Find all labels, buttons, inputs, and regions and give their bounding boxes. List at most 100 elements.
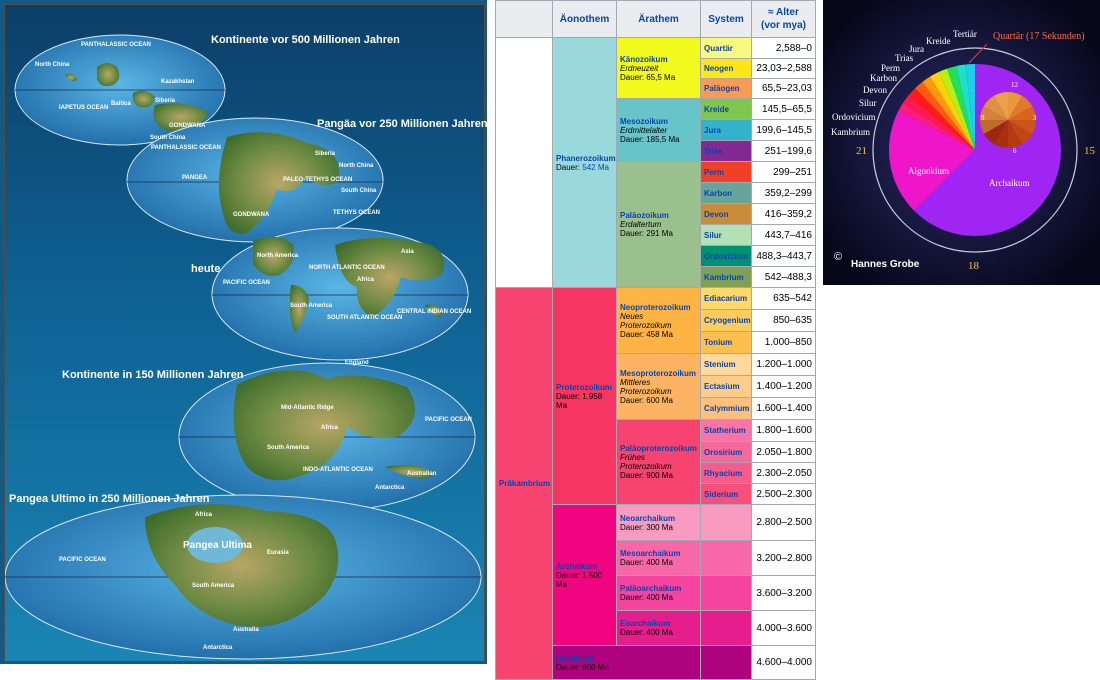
era-name[interactable]: Paläoarchaikum bbox=[620, 584, 697, 593]
map3-label: SOUTH ATLANTIC OCEAN bbox=[327, 315, 403, 321]
map4-label: PACIFIC OCEAN bbox=[425, 417, 472, 423]
system-cell[interactable]: Jura bbox=[700, 119, 752, 141]
system-cell[interactable]: Ediacarium bbox=[700, 287, 752, 310]
map3-title: heute bbox=[191, 263, 221, 275]
era-name[interactable]: Mesozoikum bbox=[620, 117, 697, 126]
map1-label: IAPETUS OCEAN bbox=[59, 105, 109, 111]
eon-blank-cell bbox=[495, 37, 553, 288]
eon-name[interactable]: Präkambrium bbox=[499, 479, 550, 488]
map4-label: INDO-ATLANTIC OCEAN bbox=[303, 467, 373, 473]
system-cell[interactable]: Devon bbox=[700, 203, 752, 225]
system-cell[interactable]: Siderium bbox=[700, 483, 752, 505]
map1-label: PANTHALASSIC OCEAN bbox=[81, 42, 151, 48]
archaikum-name[interactable]: Archaikum bbox=[556, 562, 613, 571]
maps-background: Kontinente vor 500 Millionen Jahren PANT… bbox=[4, 4, 488, 662]
map2-label: PANGEA bbox=[182, 175, 208, 181]
eon-name[interactable]: Phanerozoikum bbox=[556, 154, 616, 163]
age-cell: 2.500–2.300 bbox=[751, 483, 816, 505]
system-cell[interactable]: Karbon bbox=[700, 182, 752, 204]
system-cell[interactable]: Orosirium bbox=[700, 441, 752, 463]
eon-archaikum: Archaikum Dauer: 1.500 Ma bbox=[552, 504, 617, 646]
header-alter[interactable]: ≈ Alter (vor mya) bbox=[751, 0, 816, 38]
age-cell: 4.600–4.000 bbox=[751, 645, 816, 680]
age-cell: 1.200–1.000 bbox=[751, 353, 816, 376]
era-name[interactable]: Eoarchaikum bbox=[620, 619, 697, 628]
table-header-row: Äonothem Ärathem System ≈ Alter (vor mya) bbox=[495, 0, 816, 38]
system-cell bbox=[700, 610, 752, 646]
age-cell: 145,5–65,5 bbox=[751, 98, 816, 120]
map2-title: Pangäa vor 250 Millionen Jahren bbox=[317, 118, 488, 130]
era-name[interactable]: Mesoproterozoikum bbox=[620, 369, 697, 378]
clock-number-15: 15 bbox=[1084, 145, 1095, 157]
era-name[interactable]: Neoarchaikum bbox=[620, 514, 697, 523]
system-cell[interactable]: Ordovizium bbox=[700, 245, 752, 267]
period-label: Perm bbox=[881, 63, 900, 73]
system-cell[interactable]: Paläogen bbox=[700, 78, 752, 99]
map3-label: Asia bbox=[401, 249, 414, 255]
system-cell[interactable]: Stenium bbox=[700, 353, 752, 376]
era-sub: Erdmittelalter bbox=[620, 125, 668, 135]
map3-label: NORTH ATLANTIC OCEAN bbox=[309, 265, 385, 271]
system-cell[interactable]: Kreide bbox=[700, 98, 752, 120]
period-label: Trias bbox=[895, 53, 914, 63]
system-cell[interactable]: Kambrium bbox=[700, 266, 752, 288]
age-cell: 488,3–443,7 bbox=[751, 245, 816, 267]
map2-label: South China bbox=[341, 188, 377, 194]
period-label: Devon bbox=[863, 85, 887, 95]
header-system[interactable]: System bbox=[700, 0, 752, 38]
header-alter-main: ≈ Alter bbox=[768, 7, 799, 18]
proterozoikum-name[interactable]: Proterozoikum bbox=[556, 383, 613, 392]
era-dauer: Dauer: 400 Ma bbox=[620, 558, 673, 567]
era-name[interactable]: Neoproterozoikum bbox=[620, 303, 697, 312]
map-150-my-future bbox=[178, 362, 476, 512]
map1-label: Kazakhstan bbox=[161, 79, 195, 85]
era-dauer: Dauer: 458 Ma bbox=[620, 329, 673, 339]
system-cell[interactable]: Neogen bbox=[700, 58, 752, 79]
system-cell bbox=[700, 540, 752, 576]
age-cell: 1.000–850 bbox=[751, 331, 816, 354]
system-cell[interactable]: Trias bbox=[700, 140, 752, 162]
era-dauer: Dauer: 185,5 Ma bbox=[620, 134, 680, 144]
era-sub: Frühes bbox=[620, 453, 645, 462]
header-aerathem[interactable]: Ärathem bbox=[616, 0, 701, 38]
era-dauer: Dauer: 600 Ma bbox=[620, 395, 673, 405]
eon-dauer-value[interactable]: 542 Ma bbox=[582, 163, 609, 172]
age-cell: 3.600–3.200 bbox=[751, 575, 816, 611]
quartaer-label: Quartär (17 Sekunden) bbox=[993, 31, 1085, 42]
era-name[interactable]: Mesoarchaikum bbox=[620, 549, 697, 558]
system-cell[interactable]: Silur bbox=[700, 224, 752, 246]
system-cell[interactable]: Quartär bbox=[700, 37, 752, 59]
geologic-clock bbox=[823, 0, 1100, 285]
era-name[interactable]: Hadaikum bbox=[556, 654, 697, 663]
inner-clock bbox=[980, 91, 1036, 148]
map3-label: PACIFIC OCEAN bbox=[223, 280, 270, 286]
header-aeonothem[interactable]: Äonothem bbox=[552, 0, 617, 38]
era-dauer: Dauer: 300 Ma bbox=[620, 522, 673, 532]
map4-label: Mid-Atlantic Ridge bbox=[281, 405, 334, 411]
continent-maps-panel: Kontinente vor 500 Millionen Jahren PANT… bbox=[0, 0, 488, 664]
era-neoproterozoikum: Neoproterozoikum Neues Proterozoikum Dau… bbox=[616, 287, 701, 354]
era-name[interactable]: Känozoikum bbox=[620, 55, 697, 64]
era-name[interactable]: Paläozoikum bbox=[620, 211, 697, 220]
system-cell[interactable]: Statherium bbox=[700, 419, 752, 442]
age-cell: 299–251 bbox=[751, 161, 816, 183]
system-cell[interactable]: Calymmium bbox=[700, 397, 752, 420]
period-label: Silur bbox=[859, 98, 877, 108]
age-cell: 4.000–3.600 bbox=[751, 610, 816, 646]
era-palaeoarchaikum: Paläoarchaikum Dauer: 400 Ma bbox=[616, 575, 701, 611]
system-cell[interactable]: Perm bbox=[700, 161, 752, 183]
era-sub: Proterozoikum bbox=[620, 462, 672, 471]
period-label: Kreide bbox=[926, 36, 951, 46]
map1-title: Kontinente vor 500 Millionen Jahren bbox=[211, 34, 400, 46]
map3-label: Africa bbox=[357, 277, 375, 283]
era-palaeoproterozoikum: Paläoproterozoikum Frühes Proterozoikum … bbox=[616, 419, 701, 505]
era-name[interactable]: Paläoproterozoikum bbox=[620, 444, 697, 453]
era-mesoarchaikum: Mesoarchaikum Dauer: 400 Ma bbox=[616, 540, 701, 576]
system-cell[interactable]: Tonium bbox=[700, 331, 752, 354]
system-cell[interactable]: Ectasium bbox=[700, 375, 752, 398]
system-cell[interactable]: Rhyacium bbox=[700, 462, 752, 484]
map5-label: Antarctica bbox=[203, 645, 233, 651]
system-cell[interactable]: Cryogenium bbox=[700, 309, 752, 332]
age-cell: 3.200–2.800 bbox=[751, 540, 816, 576]
author-credit: Hannes Grobe bbox=[851, 259, 920, 270]
